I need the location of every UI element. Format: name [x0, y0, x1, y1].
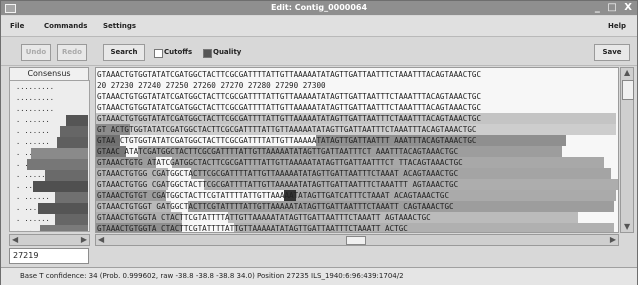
scroll-up-icon[interactable]: ▲	[624, 68, 630, 78]
read-sequence: GTAAACTGTG ATATCGATGGCTACTTCGCGATTTTATTG…	[97, 158, 463, 167]
read-marker-row[interactable]: .........	[10, 82, 89, 93]
vertical-scrollbar[interactable]: ▲ ▼	[620, 67, 634, 233]
menu-help[interactable]: Help	[608, 22, 626, 30]
read-marker-text: . ......	[16, 127, 50, 135]
cutoffs-checkbox[interactable]	[154, 49, 163, 58]
read-row[interactable]: GTAAC ATATCGATGGCTACTTCGCGATTTTATTGTTAAA…	[96, 146, 618, 157]
read-marker-row[interactable]: .........	[10, 104, 89, 115]
quality-checkbox[interactable]	[203, 49, 212, 58]
read-marker-row[interactable]: . ......	[10, 159, 89, 170]
position-ruler: 20 27230 27240 27250 27260 27270 27280 2…	[96, 80, 618, 91]
scroll-down-icon[interactable]: ▼	[624, 222, 630, 232]
redo-button[interactable]: Redo	[57, 44, 87, 61]
read-row[interactable]: GTAAACTGTGGTATATCGATGGCTACTTCGCGATTTTATT…	[96, 113, 618, 124]
read-row[interactable]: GTAAACTGTGGTATATCGATGGCTACTTCGCGATTTTATT…	[96, 102, 618, 113]
read-row[interactable]: GTAAACTGTG ATATCGATGGCTACTTCGCGATTTTATTG…	[96, 157, 618, 168]
read-sequence: GTAAACTGTGGTA CTACTTCGTATTTTATTGTTAAAAAT…	[97, 224, 408, 233]
read-marker-row[interactable]: . ......	[10, 170, 89, 181]
read-row[interactable]: GTAAACTGTGG CGATGGCTACTTCGCGATTTTATTGTTA…	[96, 168, 618, 179]
quality-block	[40, 225, 88, 231]
quality-block	[60, 126, 88, 137]
cutoffs-label: Cutoffs	[164, 48, 193, 56]
save-button[interactable]: Save	[594, 44, 630, 61]
read-sequence: GTAAACTGTGGTATATCGATGGCTACTTCGCGATTTTATT…	[97, 114, 482, 123]
quality-block	[27, 159, 88, 170]
menu-bar: File Commands Settings Help	[1, 16, 637, 37]
quality-block	[38, 203, 88, 214]
vertical-scroll-thumb[interactable]	[622, 80, 634, 100]
read-marker-row[interactable]: .........	[10, 93, 89, 104]
quality-block	[66, 115, 88, 126]
quality-block	[33, 181, 88, 192]
position-field[interactable]: 27219	[9, 248, 89, 264]
consensus-sequence: GTAAACTGTGGTATATCGATGGCTACTTCGCGATTTTATT…	[96, 69, 618, 80]
read-marker-text: .........	[16, 83, 54, 91]
consensus-label: Consensus	[9, 67, 89, 81]
status-text: Base T confidence: 34 (Prob. 0.999602, r…	[20, 272, 404, 280]
read-marker-row[interactable]: . ......	[10, 225, 89, 231]
read-marker-text: .........	[16, 94, 54, 102]
read-row[interactable]: GTAAACTGTGGT GATGGCTACTTCGTATTTTATTGTTAA…	[96, 201, 618, 212]
read-name-panel: ......... ......... ......... . ...... .…	[9, 80, 90, 232]
menu-file[interactable]: File	[10, 22, 24, 30]
quality-block	[55, 214, 88, 225]
position-value: 27219	[13, 251, 39, 260]
read-marker-text: .........	[16, 105, 54, 113]
read-sequence: GTAA CTGTGGTATATCGATGGCTACTTCGCGATTTTATT…	[97, 136, 477, 145]
scroll-right-icon[interactable]: ▶	[81, 235, 87, 245]
read-sequence: GTAAACTGTGGTATATCGATGGCTACTTCGCGATTTTATT…	[97, 92, 482, 101]
sequence-horizontal-scrollbar[interactable]: ◀ ▶	[95, 234, 619, 246]
read-row[interactable]: GTAA CTGTGGTATATCGATGGCTACTTCGCGATTTTATT…	[96, 135, 618, 146]
read-row[interactable]: GTAAACTGTGG CGATGGCTACTTCGCGATTTTATTGTTA…	[96, 179, 618, 190]
consensus-text: GTAAACTGTGGTATATCGATGGCTACTTCGCGATTTTATT…	[97, 70, 482, 79]
read-row[interactable]: GTAAACTGTGGTATATCGATGGCTACTTCGCGATTTTATT…	[96, 91, 618, 102]
quality-label: Quality	[213, 48, 242, 56]
window-controls[interactable]: _ □ X	[595, 2, 634, 13]
read-marker-row[interactable]: . ......	[10, 214, 89, 225]
status-bar: Base T confidence: 34 (Prob. 0.999602, r…	[1, 267, 637, 285]
quality-block	[57, 137, 88, 148]
horizontal-scroll-thumb[interactable]	[346, 236, 366, 245]
scroll-left-icon[interactable]: ◀	[12, 235, 18, 245]
scroll-left-icon[interactable]: ◀	[98, 235, 104, 245]
read-marker-row[interactable]: . ......	[10, 137, 89, 148]
quality-block	[55, 192, 88, 203]
read-marker-text: . ......	[16, 116, 50, 124]
menu-settings[interactable]: Settings	[103, 22, 136, 30]
read-row[interactable]: GT ACTGTGGTATATCGATGGCTACTTCGCGATTTTATTG…	[96, 124, 618, 135]
read-sequence: GT ACTGTGGTATATCGATGGCTACTTCGCGATTTTATTG…	[97, 125, 477, 134]
read-marker-row[interactable]: . ......	[10, 126, 89, 137]
editor-window: Edit: Contig_0000064 _ □ X File Commands…	[0, 0, 638, 285]
menu-commands[interactable]: Commands	[44, 22, 87, 30]
read-marker-row[interactable]: . ......	[10, 203, 89, 214]
quality-block	[31, 148, 88, 159]
window-title: Edit: Contig_0000064	[270, 3, 368, 12]
read-marker-row[interactable]: . ......	[10, 115, 89, 126]
read-row[interactable]: GTAAACTGTGGTA CTACTTCGTATTTTATTGTTAAAAAT…	[96, 212, 618, 223]
read-sequence: GTAAACTGTGGTATATCGATGGCTACTTCGCGATTTTATT…	[97, 103, 482, 112]
scroll-right-icon[interactable]: ▶	[610, 235, 616, 245]
toolbar: Undo Redo Search Cutoffs Quality Save	[1, 37, 637, 66]
read-sequence: GTAAC ATATCGATGGCTACTTCGCGATTTTATTGTTAAA…	[97, 147, 459, 156]
undo-button[interactable]: Undo	[21, 44, 51, 61]
read-row[interactable]: GTAAACTGTGT CGATGGCTACTTCGTATTTTATTGTTAA…	[96, 190, 618, 201]
quality-block	[45, 170, 88, 181]
search-button[interactable]: Search	[103, 44, 145, 61]
read-sequence: GTAAACTGTGG CGATGGCTACTTCGCGATTTTATTGTTA…	[97, 169, 459, 178]
read-sequence: GTAAACTGTGT CGATGGCTACTTCGTATTTTATTGTTAA…	[97, 191, 450, 200]
read-sequence: GTAAACTGTGGT GATGGCTACTTCGTATTTTATTGTTAA…	[97, 202, 454, 211]
read-row[interactable]: GTAAACTGTGGTA CTACTTCGTATTTTATTGTTAAAAAT…	[96, 223, 618, 233]
read-marker-row[interactable]: . ......	[10, 192, 89, 203]
sequence-alignment-panel[interactable]: GTAAACTGTGGTATATCGATGGCTACTTCGCGATTTTATT…	[95, 67, 619, 233]
read-marker-row[interactable]: . ......	[10, 148, 89, 159]
ruler-text: 20 27230 27240 27250 27260 27270 27280 2…	[97, 81, 326, 90]
read-name-scrollbar[interactable]: ◀ ▶	[9, 234, 90, 246]
read-sequence: GTAAACTGTGGTA CTACTTCGTATTTTATTGTTAAAAAT…	[97, 213, 431, 222]
read-sequence: GTAAACTGTGG CGATGGCTACTTCGCGATTTTATTGTTA…	[97, 180, 459, 189]
read-marker-row[interactable]: . ......	[10, 181, 89, 192]
title-bar: Edit: Contig_0000064 _ □ X	[1, 1, 637, 15]
